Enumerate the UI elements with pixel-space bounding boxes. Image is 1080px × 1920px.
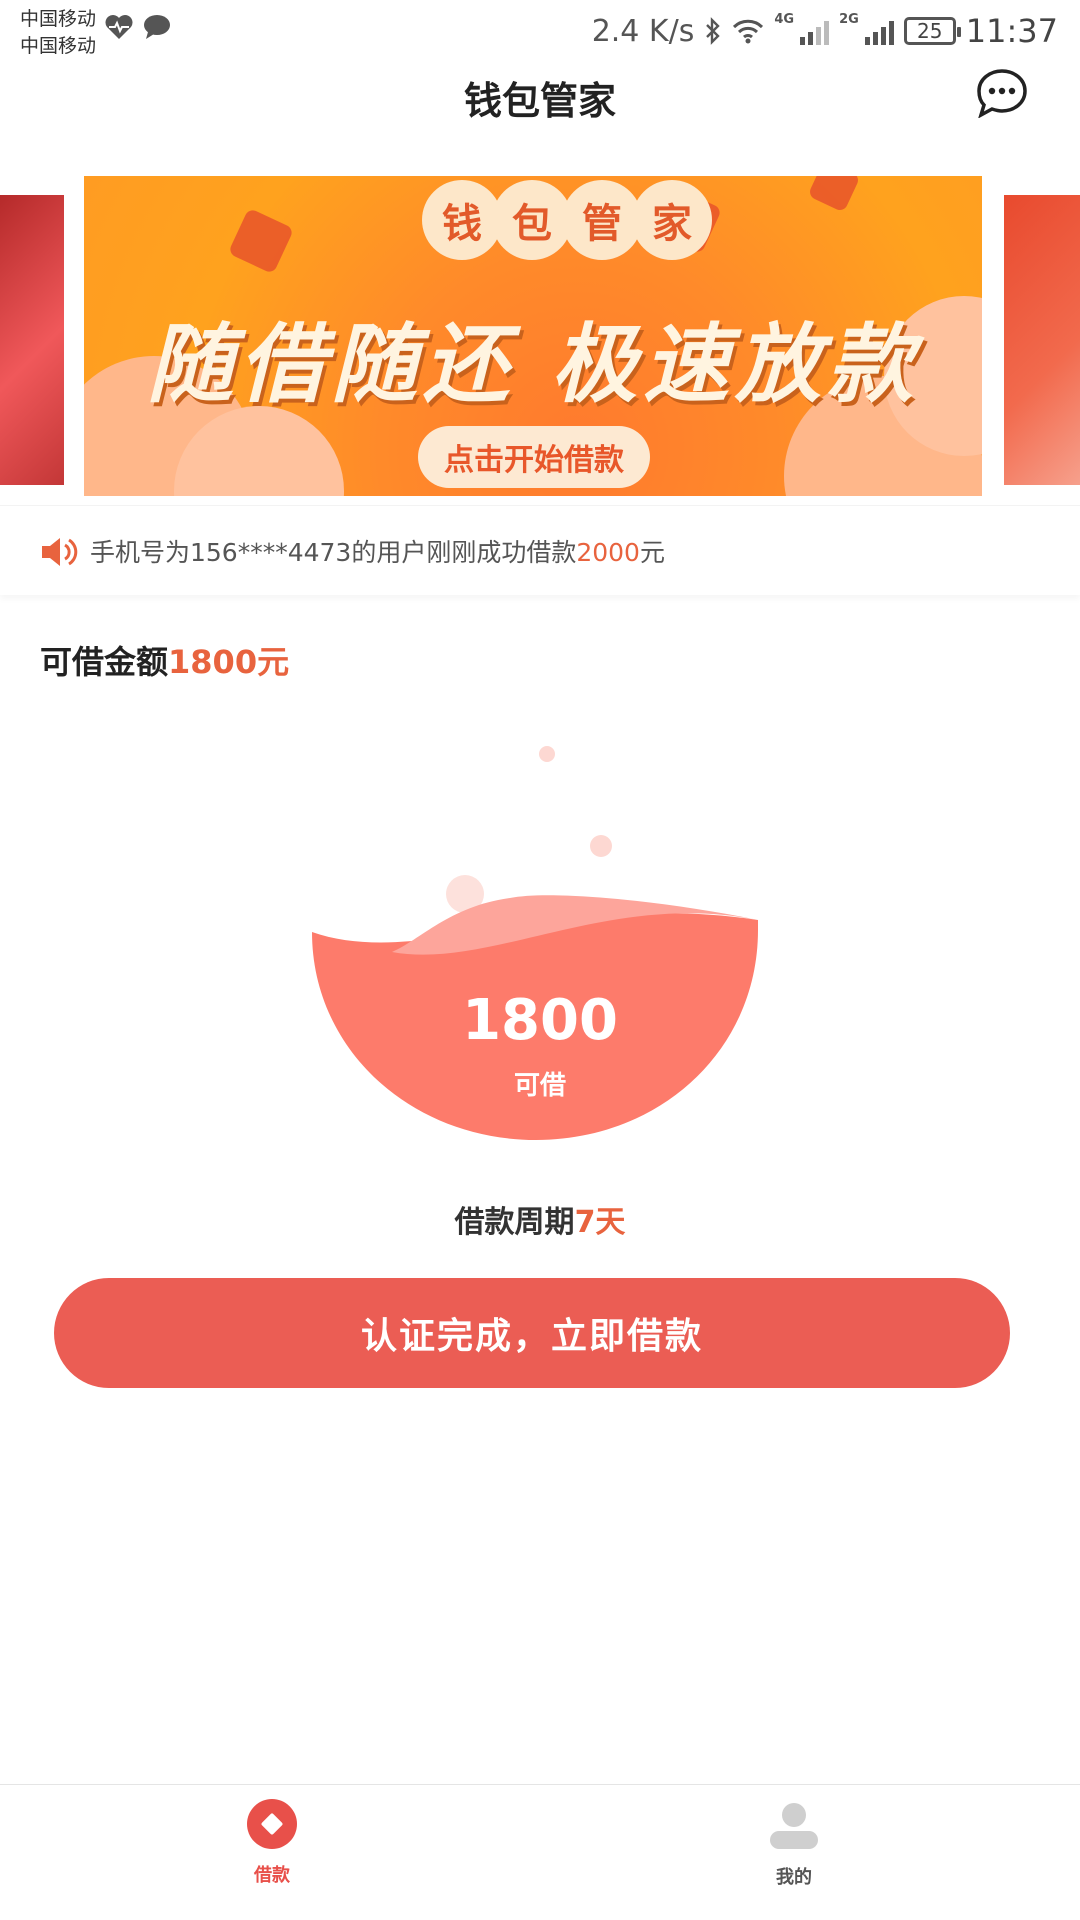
heart-rate-icon xyxy=(105,15,133,40)
period-label: 借款周期 xyxy=(454,1205,575,1240)
promo-banner[interactable]: 钱 包 管 家 随借随还 极速放款 点击开始借款 xyxy=(84,176,982,496)
banner-prev-peek[interactable] xyxy=(0,195,64,485)
loan-diamond-icon xyxy=(247,1799,297,1849)
banner-headline: 随借随还 极速放款 xyxy=(147,315,919,415)
decor-cube xyxy=(227,207,295,275)
notice-amount: 2000 xyxy=(576,538,640,567)
person-icon xyxy=(770,1803,818,1849)
tab-mine[interactable]: 我的 xyxy=(714,1799,874,1889)
available-amount-value: 1800元 xyxy=(168,643,290,681)
tab-loan[interactable]: 借款 xyxy=(192,1799,352,1887)
bowl-caption: 可借 xyxy=(513,1071,566,1101)
notice-suffix: 元 xyxy=(639,538,665,567)
carrier-2: 中国移动 xyxy=(20,35,97,57)
bowl-amount: 1800 xyxy=(462,988,618,1053)
wifi-icon xyxy=(733,19,764,44)
battery-level: 25 xyxy=(917,19,943,43)
notice-prefix: 手机号为156****4473的用户刚刚成功借款 xyxy=(90,538,577,567)
decor-cube xyxy=(807,176,861,213)
tab-mine-label: 我的 xyxy=(776,1867,812,1888)
carrier-1: 中国移动 xyxy=(20,8,97,30)
tab-loan-label: 借款 xyxy=(254,1865,290,1886)
loan-notice-bar: 手机号为156****4473的用户刚刚成功借款2000元 xyxy=(0,505,1080,595)
borrow-now-button[interactable]: 认证完成，立即借款 xyxy=(54,1278,1010,1388)
loan-period: 借款周期7天 xyxy=(0,1197,1080,1241)
available-amount-label: 可借金额1800元 xyxy=(40,637,289,683)
period-value: 7天 xyxy=(574,1205,626,1240)
system-status: 2.4 K/s 4G 2G 25 11:37 xyxy=(592,12,1058,50)
more-chat-icon[interactable] xyxy=(976,68,1028,118)
brand-char: 家 xyxy=(632,180,712,260)
available-amount-bowl: 1800 可借 xyxy=(300,720,780,1160)
clock: 11:37 xyxy=(965,12,1058,50)
notification-icons xyxy=(104,14,172,40)
notice-text: 手机号为156****4473的用户刚刚成功借款2000元 xyxy=(90,533,665,569)
net-speed: 2.4 K/s xyxy=(591,13,695,49)
brand-badge: 钱 包 管 家 xyxy=(422,180,712,260)
bottom-nav: 借款 我的 xyxy=(0,1784,1080,1920)
carrier-info: 中国移动 中国移动 xyxy=(20,6,96,60)
status-bar: 中国移动 中国移动 2.4 K/s 4G 2G 25 11:37 xyxy=(0,0,1080,60)
network-type-1: 4G xyxy=(774,12,795,27)
banner-cta-button[interactable]: 点击开始借款 xyxy=(418,426,650,488)
title-bar: 钱包管家 xyxy=(0,60,1080,170)
battery-icon: 25 xyxy=(903,17,961,45)
chat-bubble-icon xyxy=(144,15,170,39)
speaker-icon xyxy=(42,538,78,566)
brand-char: 包 xyxy=(492,180,572,260)
brand-char: 钱 xyxy=(422,180,502,260)
brand-char: 管 xyxy=(562,180,642,260)
available-label-text: 可借金额 xyxy=(40,643,169,681)
page-title: 钱包管家 xyxy=(463,79,616,123)
bluetooth-icon xyxy=(706,17,721,45)
signal-icon xyxy=(800,17,830,45)
signal-icon xyxy=(864,17,894,45)
banner-next-peek[interactable] xyxy=(1004,195,1080,485)
network-type-2: 2G xyxy=(839,12,859,27)
